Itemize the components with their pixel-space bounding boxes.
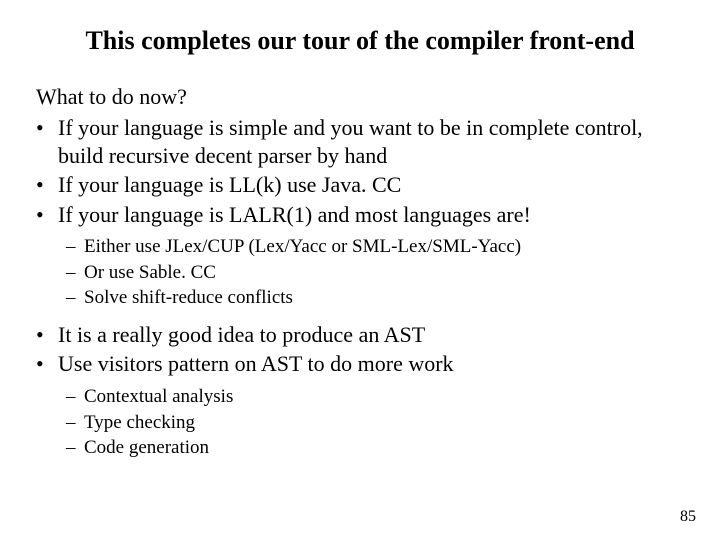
list-item: Solve shift-reduce conflicts <box>66 285 684 311</box>
page-number: 85 <box>680 508 696 526</box>
list-item: Use visitors pattern on AST to do more w… <box>36 350 684 378</box>
sub-list-2: Contextual analysis Type checking Code g… <box>36 384 684 461</box>
list-item: If your language is simple and you want … <box>36 114 684 169</box>
list-item: Type checking <box>66 410 684 436</box>
list-item: Either use JLex/CUP (Lex/Yacc or SML-Lex… <box>66 234 684 260</box>
lead-text: What to do now? <box>36 84 684 110</box>
slide-title: This completes our tour of the compiler … <box>36 26 684 56</box>
list-item: Code generation <box>66 435 684 461</box>
list-item: If your language is LL(k) use Java. CC <box>36 171 684 199</box>
bullet-list-1: If your language is simple and you want … <box>36 114 684 228</box>
list-item: Contextual analysis <box>66 384 684 410</box>
sub-list-1: Either use JLex/CUP (Lex/Yacc or SML-Lex… <box>36 234 684 311</box>
list-item: It is a really good idea to produce an A… <box>36 321 684 349</box>
list-item: If your language is LALR(1) and most lan… <box>36 201 684 229</box>
bullet-list-2: It is a really good idea to produce an A… <box>36 321 684 378</box>
list-item: Or use Sable. CC <box>66 260 684 286</box>
slide: This completes our tour of the compiler … <box>0 0 720 540</box>
